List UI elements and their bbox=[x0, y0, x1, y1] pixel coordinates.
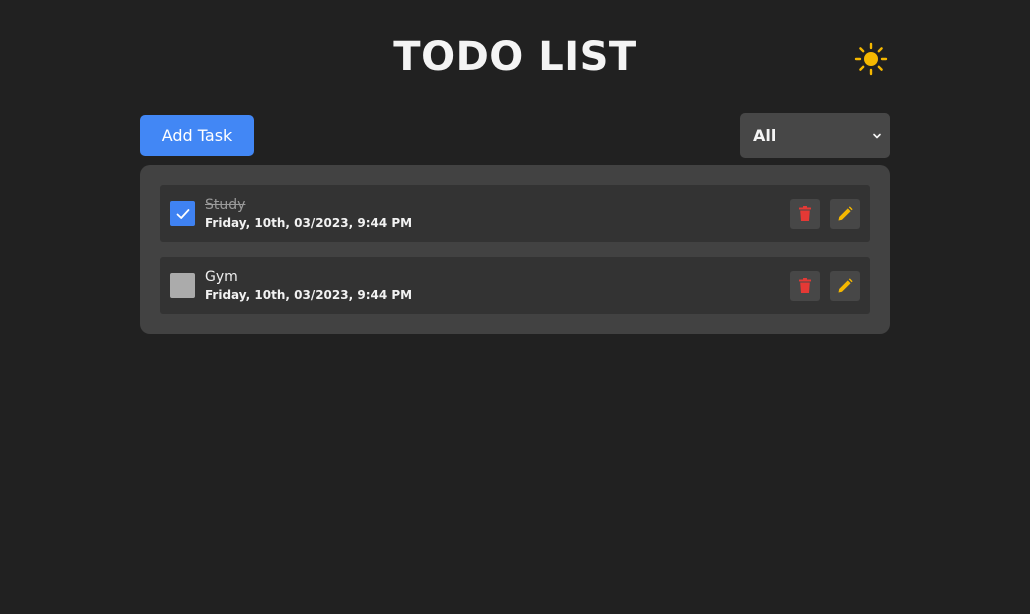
task-title: Study bbox=[205, 197, 246, 213]
task-list: Study Friday, 10th, 03/2023, 9:44 PM Gym… bbox=[140, 165, 890, 334]
pencil-icon bbox=[838, 206, 853, 221]
task-text: Gym Friday, 10th, 03/2023, 9:44 PM bbox=[205, 268, 412, 303]
toolbar: Add Task All bbox=[140, 113, 890, 158]
sun-icon bbox=[854, 42, 888, 76]
filter-selected-value: All bbox=[753, 126, 777, 145]
delete-task-button[interactable] bbox=[790, 199, 820, 229]
task-text: Study Friday, 10th, 03/2023, 9:44 PM bbox=[205, 196, 412, 231]
task-title: Gym bbox=[205, 269, 238, 285]
task-item: Gym Friday, 10th, 03/2023, 9:44 PM bbox=[160, 257, 870, 314]
task-timestamp: Friday, 10th, 03/2023, 9:44 PM bbox=[205, 216, 413, 230]
trash-icon bbox=[799, 278, 811, 293]
task-checkbox[interactable] bbox=[170, 273, 195, 298]
trash-icon bbox=[799, 206, 811, 221]
add-task-button[interactable]: Add Task bbox=[140, 115, 254, 156]
checkmark-icon bbox=[176, 208, 189, 219]
pencil-icon bbox=[838, 278, 853, 293]
todo-app: TODO LIST Add Task All Study Friday, 10t… bbox=[0, 0, 1030, 614]
chevron-down-icon bbox=[873, 133, 881, 138]
edit-task-button[interactable] bbox=[830, 271, 860, 301]
filter-select[interactable]: All bbox=[740, 113, 890, 158]
task-timestamp: Friday, 10th, 03/2023, 9:44 PM bbox=[205, 288, 413, 302]
edit-task-button[interactable] bbox=[830, 199, 860, 229]
task-item: Study Friday, 10th, 03/2023, 9:44 PM bbox=[160, 185, 870, 242]
task-checkbox[interactable] bbox=[170, 201, 195, 226]
delete-task-button[interactable] bbox=[790, 271, 820, 301]
theme-toggle-button[interactable] bbox=[854, 42, 888, 76]
